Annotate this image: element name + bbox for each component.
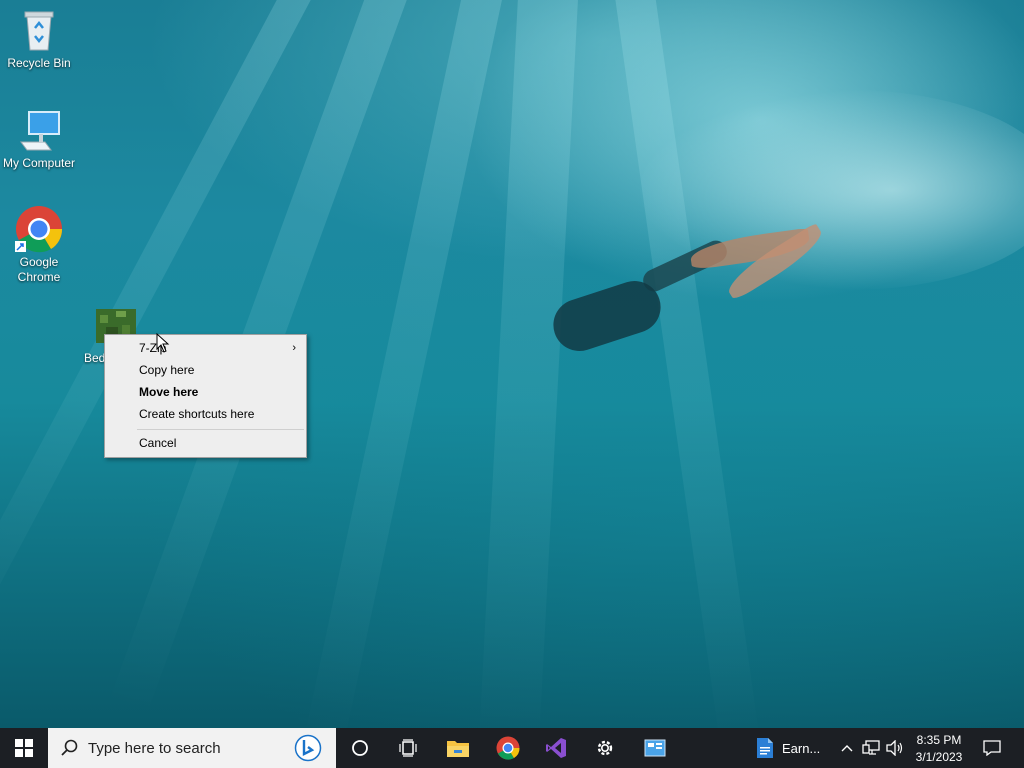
gear-icon: [597, 740, 613, 756]
chevron-up-icon: [841, 745, 853, 752]
bing-icon[interactable]: [294, 734, 322, 762]
network-button[interactable]: [861, 728, 881, 768]
menu-item-7zip[interactable]: 7-Zip ›: [105, 337, 306, 359]
menu-item-label: Move here: [139, 385, 199, 399]
recycle-bin-icon: [15, 6, 63, 54]
desktop-icon-google-chrome[interactable]: Google Chrome: [0, 205, 78, 285]
control-panel-icon: [644, 739, 666, 757]
chrome-taskbar-button[interactable]: [490, 728, 526, 768]
document-icon: [757, 738, 773, 758]
search-placeholder: Type here to search: [88, 740, 221, 757]
control-panel-button[interactable]: [637, 728, 673, 768]
menu-item-label: Copy here: [139, 363, 195, 377]
settings-button[interactable]: [587, 728, 623, 768]
file-explorer-button[interactable]: [440, 728, 476, 768]
speaker-icon: [886, 740, 903, 756]
desktop-icon-label: Google Chrome: [17, 255, 61, 284]
start-button[interactable]: [0, 728, 48, 768]
windows-logo-icon: [15, 739, 33, 757]
light-ray: [478, 0, 580, 728]
desktop-icon-my-computer[interactable]: My Computer: [0, 106, 78, 171]
menu-item-move-here[interactable]: Move here: [105, 381, 306, 403]
cortana-icon: [352, 740, 368, 756]
desktop-icon-label: Recycle Bin: [7, 56, 71, 70]
task-view-icon: [399, 739, 417, 757]
notification-icon: [983, 740, 1001, 756]
folder-icon: [447, 741, 469, 757]
chrome-icon: [496, 736, 520, 760]
menu-item-cancel[interactable]: Cancel: [105, 432, 306, 454]
visual-studio-button[interactable]: [538, 728, 574, 768]
computer-icon: [15, 106, 63, 154]
volume-button[interactable]: [884, 728, 906, 768]
chrome-icon: [15, 205, 63, 253]
taskbar-window-earn[interactable]: Earn...: [748, 728, 832, 768]
search-icon: [61, 739, 78, 756]
menu-item-copy-here[interactable]: Copy here: [105, 359, 306, 381]
context-menu: 7-Zip › Copy here Move here Create short…: [104, 334, 307, 458]
clock-time: 8:35 PM: [916, 732, 962, 747]
search-input[interactable]: Type here to search: [48, 728, 336, 768]
desktop-icon-label: My Computer: [2, 156, 76, 170]
visual-studio-icon: [546, 738, 566, 758]
taskbar-window-label: Earn...: [782, 740, 821, 756]
network-icon: [862, 740, 880, 755]
show-hidden-icons-button[interactable]: [838, 728, 856, 768]
clock[interactable]: 8:35 PM 3/1/2023: [910, 728, 968, 768]
menu-separator: [137, 429, 304, 430]
clock-date: 3/1/2023: [915, 749, 963, 764]
desktop[interactable]: Recycle Bin My Computer Google Chrome Be…: [0, 0, 1024, 728]
task-view-button[interactable]: [390, 728, 426, 768]
menu-item-label: Create shortcuts here: [139, 407, 255, 421]
submenu-arrow-icon: ›: [292, 342, 296, 354]
desktop-icon-recycle-bin[interactable]: Recycle Bin: [0, 6, 78, 71]
taskbar: Type here to search Earn... 8:35 PM 3/1/…: [0, 728, 1024, 768]
cortana-button[interactable]: [343, 728, 377, 768]
menu-item-label: Cancel: [139, 436, 177, 450]
notifications-button[interactable]: [976, 728, 1008, 768]
swimmer: [546, 274, 668, 358]
menu-item-create-shortcuts[interactable]: Create shortcuts here: [105, 403, 306, 425]
mouse-cursor-icon: [156, 333, 170, 353]
